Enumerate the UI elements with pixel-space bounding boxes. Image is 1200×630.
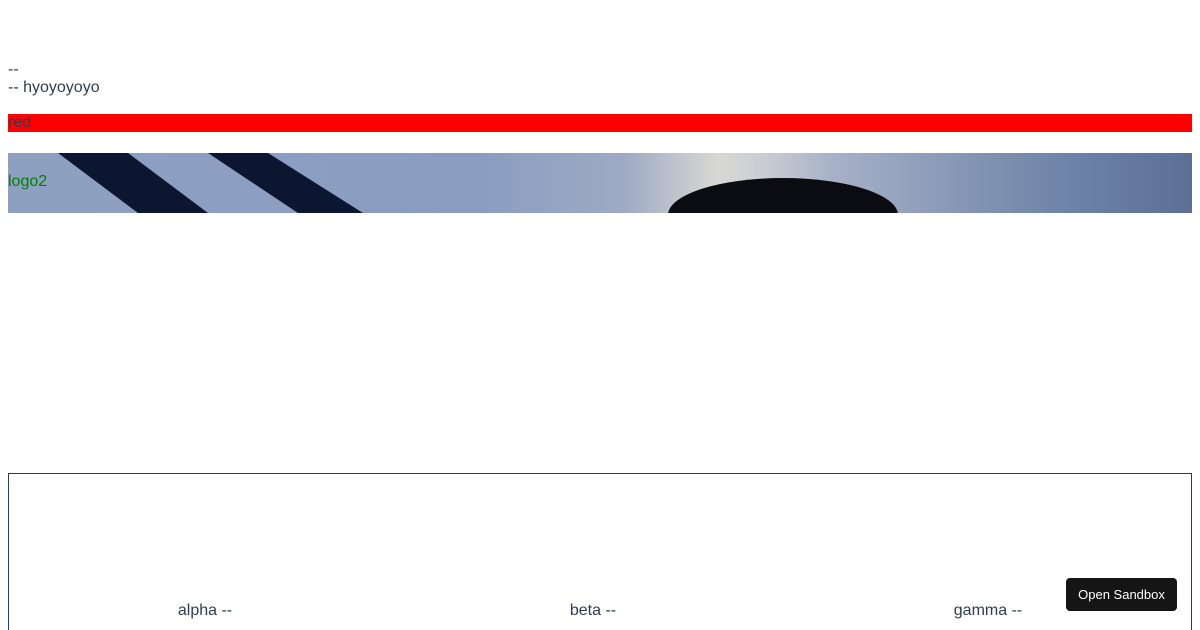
dash-text: --	[8, 61, 19, 78]
hyoyoyoyo-text: -- hyoyoyoyo	[8, 79, 100, 96]
logo-label: logo2	[8, 173, 48, 190]
banner-stripe	[58, 153, 208, 213]
panel-label-beta: beta --	[569, 602, 617, 619]
page: -- -- hyoyoyoyo red logo2 alpha -- beta …	[0, 0, 1200, 630]
panel-label-alpha: alpha --	[177, 602, 233, 619]
panel-label-gamma: gamma --	[953, 602, 1023, 619]
bottom-panel: alpha -- beta -- gamma --	[8, 473, 1192, 630]
open-sandbox-button[interactable]: Open Sandbox	[1066, 578, 1177, 611]
banner-photo	[58, 153, 898, 213]
banner-stripe	[208, 153, 363, 213]
red-bar: red	[8, 114, 1192, 132]
banner-dark-shape	[668, 178, 898, 213]
banner-image: logo2	[8, 153, 1192, 213]
